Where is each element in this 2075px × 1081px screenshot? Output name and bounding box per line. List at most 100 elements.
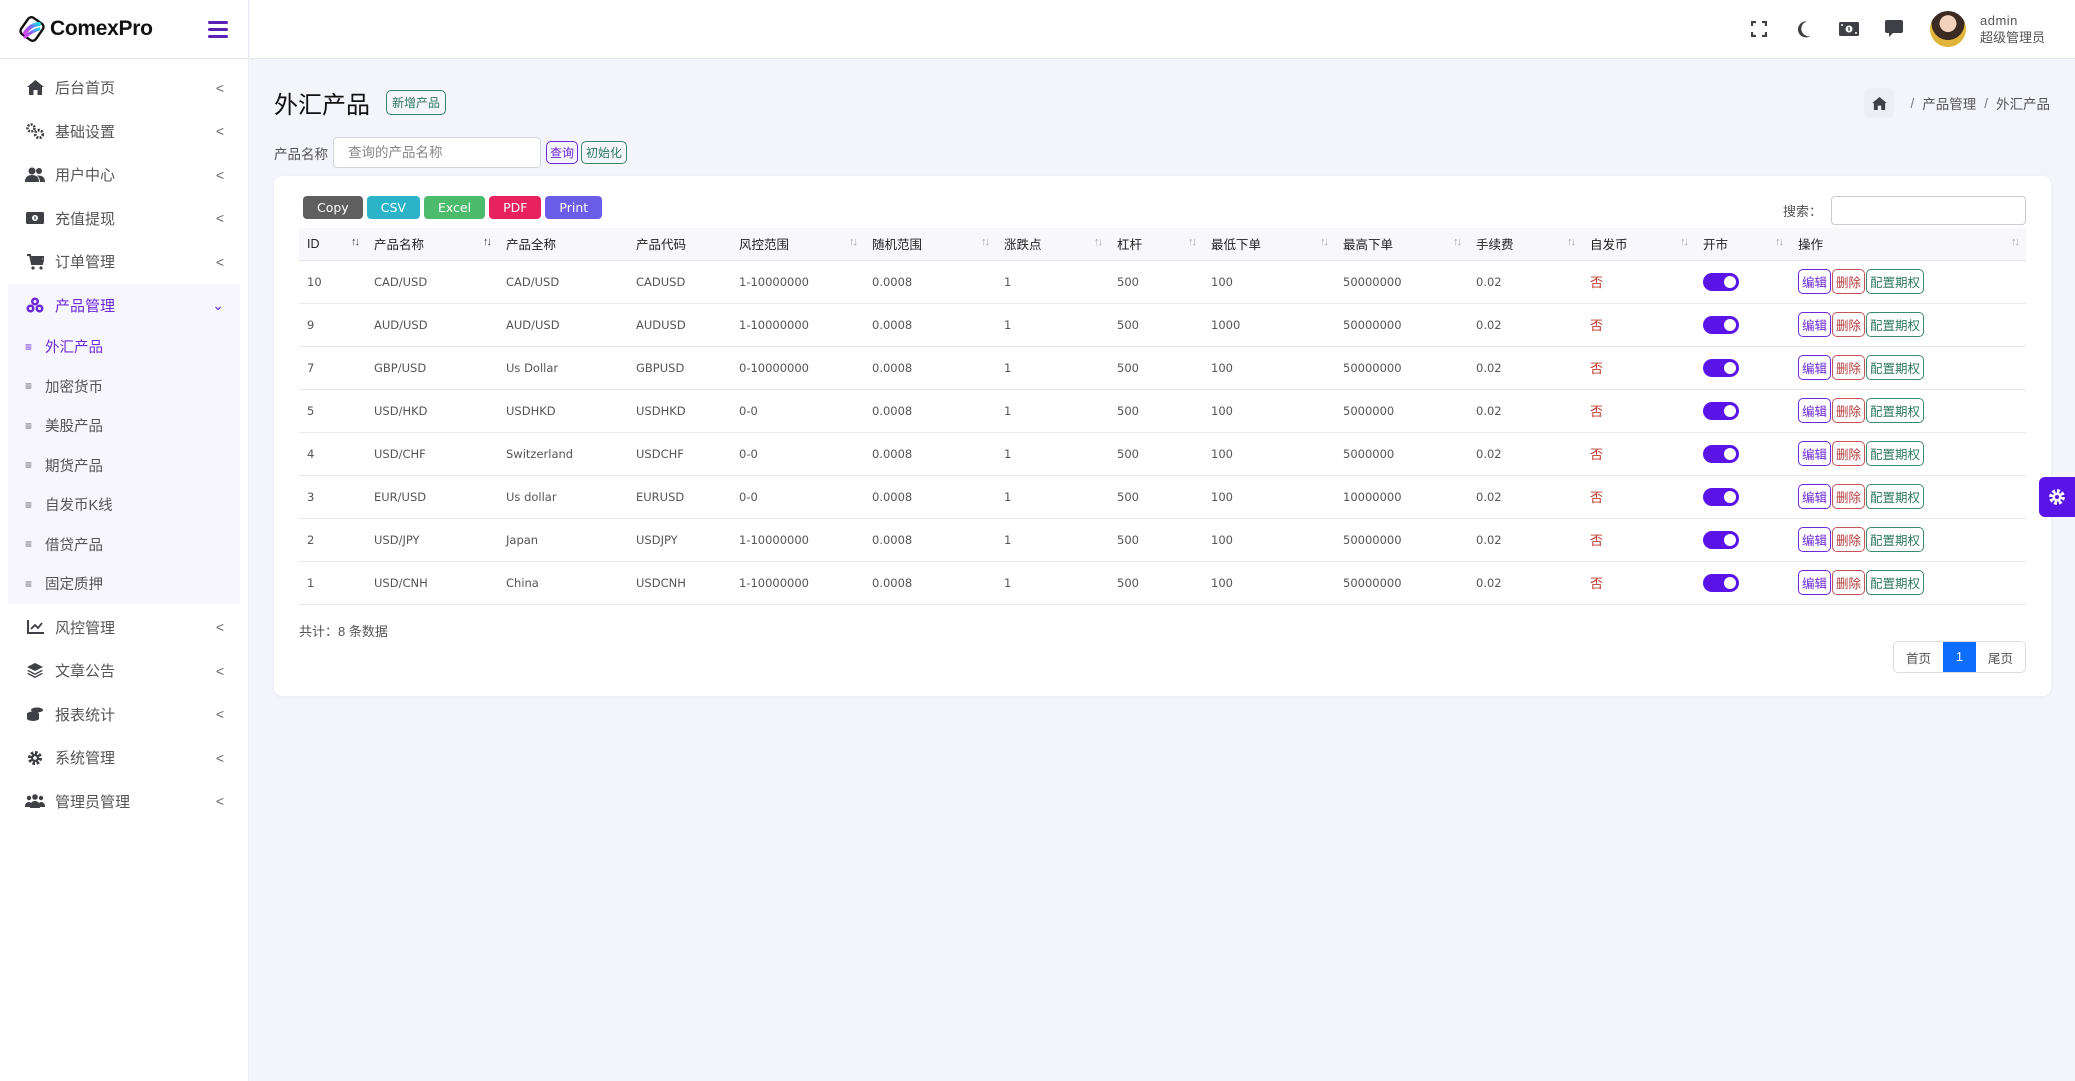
edit-button[interactable]: 编辑 [1798, 570, 1832, 595]
sidebar-subitem-lending[interactable]: ≡ 借贷产品 [8, 525, 240, 565]
sidebar-item-risk-control[interactable]: 风控管理 < [0, 606, 248, 650]
breadcrumb-item[interactable]: 产品管理 [1922, 93, 1976, 113]
print-button[interactable]: Print [545, 196, 603, 219]
settings-float-button[interactable] [2039, 477, 2075, 517]
column-header[interactable]: 产品代码 [628, 228, 731, 260]
configure-options-button[interactable]: 配置期权 [1866, 355, 1925, 380]
edit-button[interactable]: 编辑 [1798, 269, 1832, 294]
sidebar-item-system[interactable]: 系统管理 < [0, 736, 248, 780]
csv-button[interactable]: CSV [366, 196, 420, 219]
add-product-button[interactable]: 新增产品 [386, 90, 447, 115]
sort-icon[interactable]: ↑↓ [483, 236, 492, 248]
edit-button[interactable]: 编辑 [1798, 355, 1832, 380]
sidebar-subitem-self-coin-kline[interactable]: ≡ 自发币K线 [8, 485, 240, 525]
sidebar-item-reports[interactable]: 报表统计 < [0, 693, 248, 737]
fullscreen-icon[interactable] [1748, 18, 1770, 40]
column-header[interactable]: 产品名称 ↑↓ [366, 228, 498, 260]
comment-icon[interactable] [1883, 18, 1905, 40]
copy-button[interactable]: Copy [303, 196, 363, 219]
sort-icon[interactable]: ↑↓ [1453, 236, 1462, 248]
open-market-toggle[interactable] [1703, 272, 1739, 291]
column-header[interactable]: 最低下单 ↑↓ [1203, 228, 1335, 260]
sort-icon[interactable]: ↑↓ [351, 236, 360, 248]
column-header[interactable]: 涨跌点 ↑↓ [996, 228, 1109, 260]
excel-button[interactable]: Excel [423, 196, 486, 219]
sidebar-item-orders[interactable]: 订单管理 < [0, 240, 248, 284]
pdf-button[interactable]: PDF [489, 196, 542, 219]
column-header[interactable]: 操作 ↑↓ [1790, 228, 2026, 260]
open-market-toggle[interactable] [1703, 530, 1739, 549]
column-header[interactable]: 风控范围 ↑↓ [731, 228, 864, 260]
configure-options-button[interactable]: 配置期权 [1866, 570, 1925, 595]
configure-options-button[interactable]: 配置期权 [1866, 269, 1925, 294]
open-market-toggle[interactable] [1703, 358, 1739, 377]
sort-icon[interactable]: ↑↓ [1320, 236, 1329, 248]
query-button[interactable]: 查询 [546, 141, 579, 164]
sidebar-item-articles[interactable]: 文章公告 < [0, 649, 248, 693]
first-page-button[interactable]: 首页 [1894, 642, 1943, 672]
sidebar-item-product-management[interactable]: 产品管理 ⌄ [8, 284, 240, 328]
column-header[interactable]: 手续费 ↑↓ [1468, 228, 1582, 260]
sidebar-item-admin-management[interactable]: 管理员管理 < [0, 780, 248, 824]
menu-toggle-button[interactable] [208, 20, 228, 38]
sidebar-item-basic-settings[interactable]: 基础设置 < [0, 110, 248, 154]
sidebar-item-dashboard[interactable]: 后台首页 < [0, 66, 248, 110]
open-market-toggle[interactable] [1703, 444, 1739, 463]
column-header[interactable]: 杠杆 ↑↓ [1109, 228, 1203, 260]
sort-icon[interactable]: ↑↓ [1094, 236, 1103, 248]
configure-options-button[interactable]: 配置期权 [1866, 484, 1925, 509]
delete-button[interactable]: 删除 [1832, 269, 1866, 294]
sidebar-item-user-center[interactable]: 用户中心 < [0, 153, 248, 197]
delete-button[interactable]: 删除 [1832, 441, 1866, 466]
delete-button[interactable]: 删除 [1832, 312, 1866, 337]
open-market-toggle[interactable] [1703, 573, 1739, 592]
column-header[interactable]: ID ↑↓ [299, 228, 366, 260]
delete-button[interactable]: 删除 [1832, 398, 1866, 423]
sort-icon[interactable]: ↑↓ [1775, 236, 1784, 248]
configure-options-button[interactable]: 配置期权 [1866, 441, 1925, 466]
edit-button[interactable]: 编辑 [1798, 441, 1832, 466]
configure-options-button[interactable]: 配置期权 [1866, 312, 1925, 337]
sort-icon[interactable]: ↑↓ [849, 236, 858, 248]
edit-button[interactable]: 编辑 [1798, 527, 1832, 552]
sort-icon[interactable]: ↑↓ [981, 236, 990, 248]
sidebar-subitem-forex[interactable]: ≡ 外汇产品 [8, 327, 240, 367]
configure-options-button[interactable]: 配置期权 [1866, 398, 1925, 423]
product-name-input[interactable] [333, 137, 541, 168]
sort-icon[interactable]: ↑↓ [2011, 236, 2020, 248]
sidebar-item-deposit-withdraw[interactable]: 充值提现 < [0, 197, 248, 241]
open-market-toggle[interactable] [1703, 487, 1739, 506]
column-header[interactable]: 自发币 ↑↓ [1582, 228, 1695, 260]
moon-icon[interactable] [1793, 18, 1815, 40]
column-header[interactable]: 随机范围 ↑↓ [864, 228, 996, 260]
current-page-button[interactable]: 1 [1942, 642, 1976, 672]
sidebar-subitem-fixed-staking[interactable]: ≡ 固定质押 [8, 564, 240, 604]
money-icon[interactable] [1838, 18, 1860, 40]
open-market-toggle[interactable] [1703, 315, 1739, 334]
search-input[interactable] [1831, 196, 2026, 225]
sidebar-subitem-us-stocks[interactable]: ≡ 美股产品 [8, 406, 240, 446]
logo[interactable]: ComexPro [18, 15, 153, 43]
column-header[interactable]: 开市 ↑↓ [1695, 228, 1790, 260]
breadcrumb-home[interactable] [1864, 88, 1895, 118]
delete-button[interactable]: 删除 [1832, 355, 1866, 380]
sort-icon[interactable]: ↑↓ [1680, 236, 1689, 248]
edit-button[interactable]: 编辑 [1798, 484, 1832, 509]
delete-button[interactable]: 删除 [1832, 527, 1866, 552]
reset-button[interactable]: 初始化 [581, 141, 628, 164]
delete-button[interactable]: 删除 [1832, 570, 1866, 595]
delete-button[interactable]: 删除 [1832, 484, 1866, 509]
edit-button[interactable]: 编辑 [1798, 312, 1832, 337]
column-header[interactable]: 产品全称 [498, 228, 628, 260]
last-page-button[interactable]: 尾页 [1976, 642, 2025, 672]
column-header[interactable]: 最高下单 ↑↓ [1335, 228, 1468, 260]
edit-button[interactable]: 编辑 [1798, 398, 1832, 423]
avatar[interactable] [1929, 11, 1966, 47]
open-market-toggle[interactable] [1703, 401, 1739, 420]
sort-icon[interactable]: ↑↓ [1567, 236, 1576, 248]
sort-icon[interactable]: ↑↓ [1188, 236, 1197, 248]
user-info[interactable]: admin 超级管理员 [1980, 12, 2045, 46]
sidebar-subitem-crypto[interactable]: ≡ 加密货币 [8, 367, 240, 407]
sidebar-subitem-futures[interactable]: ≡ 期货产品 [8, 446, 240, 486]
configure-options-button[interactable]: 配置期权 [1866, 527, 1925, 552]
